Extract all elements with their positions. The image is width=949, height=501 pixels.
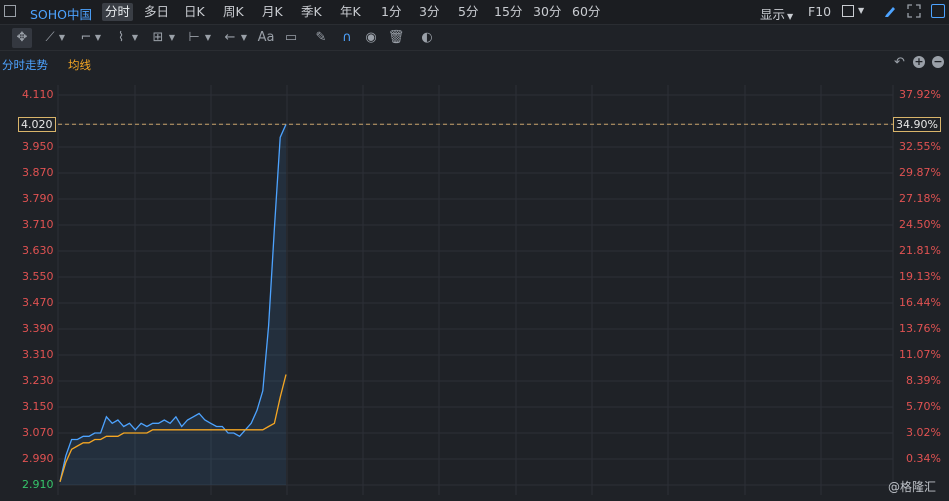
tab-timeframe-7[interactable]: 1分 [381, 3, 401, 21]
chevron-down-icon[interactable]: ▼ [56, 28, 68, 48]
tab-timeframe-10[interactable]: 15分 [494, 3, 522, 21]
magnet-icon[interactable]: ∩ [337, 28, 357, 48]
comment-icon[interactable]: ▭ [281, 28, 301, 48]
tab-timeframe-11[interactable]: 30分 [533, 3, 561, 21]
legend-price-line: 分时走势 [2, 58, 48, 72]
percent-tick-label: 29.87% [899, 166, 941, 179]
tab-timeframe-3[interactable]: 周K [223, 3, 244, 21]
chevron-down-icon[interactable]: ▼ [129, 28, 141, 48]
percent-tick-label: 34.90% [893, 117, 941, 133]
price-tick-label: 2.910 [22, 478, 54, 491]
percent-tick-label: 21.81% [899, 244, 941, 257]
text-tool-button[interactable]: Aa [255, 28, 277, 48]
tab-timeframe-8[interactable]: 3分 [419, 3, 439, 21]
percent-tick-label: 13.76% [899, 322, 941, 335]
chevron-down-icon[interactable]: ▼ [202, 28, 214, 48]
price-tick-label: 3.550 [22, 270, 54, 283]
percent-tick-label: 3.02% [906, 426, 941, 439]
price-tick-label: 3.470 [22, 296, 54, 309]
tab-timeframe-5[interactable]: 季K [301, 3, 322, 21]
stock-name[interactable]: SOHO中国 [30, 4, 92, 23]
display-menu[interactable]: 显示 ▼ [760, 4, 793, 23]
percent-tick-label: 32.55% [899, 140, 941, 153]
drawing-toolbar [0, 24, 949, 51]
price-tick-label: 4.110 [22, 88, 54, 101]
percent-tick-label: 19.13% [899, 270, 941, 283]
price-tick-label: 4.020 [18, 117, 56, 133]
chevron-down-icon: ▼ [787, 12, 794, 21]
percent-tick-label: 16.44% [899, 296, 941, 309]
percent-tick-label: 8.39% [906, 374, 941, 387]
checkbox-icon[interactable] [842, 5, 854, 17]
price-tick-label: 3.870 [22, 166, 54, 179]
tab-timeframe-6[interactable]: 年K [340, 3, 361, 21]
price-tick-label: 2.990 [22, 452, 54, 465]
price-tick-label: 3.790 [22, 192, 54, 205]
watermark: @格隆汇 [888, 480, 937, 494]
percent-tick-label: 5.70% [906, 400, 941, 413]
price-tick-label: 3.710 [22, 218, 54, 231]
chevron-down-icon[interactable]: ▼ [238, 28, 250, 48]
display-label: 显示 [760, 7, 786, 22]
chevron-down-icon[interactable]: ▼ [858, 6, 864, 15]
percent-tick-label: 0.34% [906, 452, 941, 465]
percent-tick-label: 37.92% [899, 88, 941, 101]
move-cursor-icon[interactable]: ✥ [12, 28, 32, 48]
price-tick-label: 3.150 [22, 400, 54, 413]
tab-timeframe-12[interactable]: 60分 [572, 3, 600, 21]
sidebar-toggle-icon[interactable] [4, 5, 16, 17]
price-tick-label: 3.310 [22, 348, 54, 361]
tab-timeframe-0[interactable]: 分时 [102, 3, 134, 21]
price-tick-label: 3.230 [22, 374, 54, 387]
zoom-out-icon[interactable]: − [932, 56, 944, 68]
percent-tick-label: 27.18% [899, 192, 941, 205]
arrow-left-icon[interactable]: ← [220, 28, 240, 48]
panel-toggle-icon[interactable] [931, 4, 945, 18]
f10-button[interactable]: F10 [808, 4, 831, 19]
legend-avg-line: 均线 [68, 58, 91, 72]
fib-tool-icon[interactable]: ⊞ [148, 28, 168, 48]
tab-timeframe-4[interactable]: 月K [262, 3, 283, 21]
chevron-down-icon[interactable]: ▼ [92, 28, 104, 48]
eraser-icon[interactable]: ✎ [311, 28, 331, 48]
tab-timeframe-2[interactable]: 日K [184, 3, 205, 21]
percent-tick-label: 11.07% [899, 348, 941, 361]
undo-icon[interactable]: ↶ [894, 55, 905, 70]
zoom-in-icon[interactable]: + [913, 56, 925, 68]
price-area [60, 124, 286, 485]
tab-timeframe-9[interactable]: 5分 [458, 3, 478, 21]
price-tick-label: 3.630 [22, 244, 54, 257]
wave-tool-icon[interactable]: ⌇ [111, 28, 131, 48]
intraday-chart[interactable] [0, 80, 949, 501]
toggle-icon[interactable]: ◐ [417, 28, 437, 48]
trash-icon[interactable]: 🗑 [386, 28, 406, 48]
fullscreen-icon[interactable] [907, 4, 921, 18]
price-tick-label: 3.390 [22, 322, 54, 335]
price-tick-label: 3.950 [22, 140, 54, 153]
range-tool-icon[interactable]: ⊢ [184, 28, 204, 48]
eye-icon[interactable]: ◉ [361, 28, 381, 48]
pen-icon[interactable] [883, 4, 897, 18]
percent-tick-label: 24.50% [899, 218, 941, 231]
top-bar: SOHO中国 分时 多日 日K 周K 月K 季K 年K 1分 3分 5分 15分… [0, 0, 949, 24]
price-tick-label: 3.070 [22, 426, 54, 439]
chevron-down-icon[interactable]: ▼ [166, 28, 178, 48]
tab-timeframe-1[interactable]: 多日 [144, 3, 169, 21]
